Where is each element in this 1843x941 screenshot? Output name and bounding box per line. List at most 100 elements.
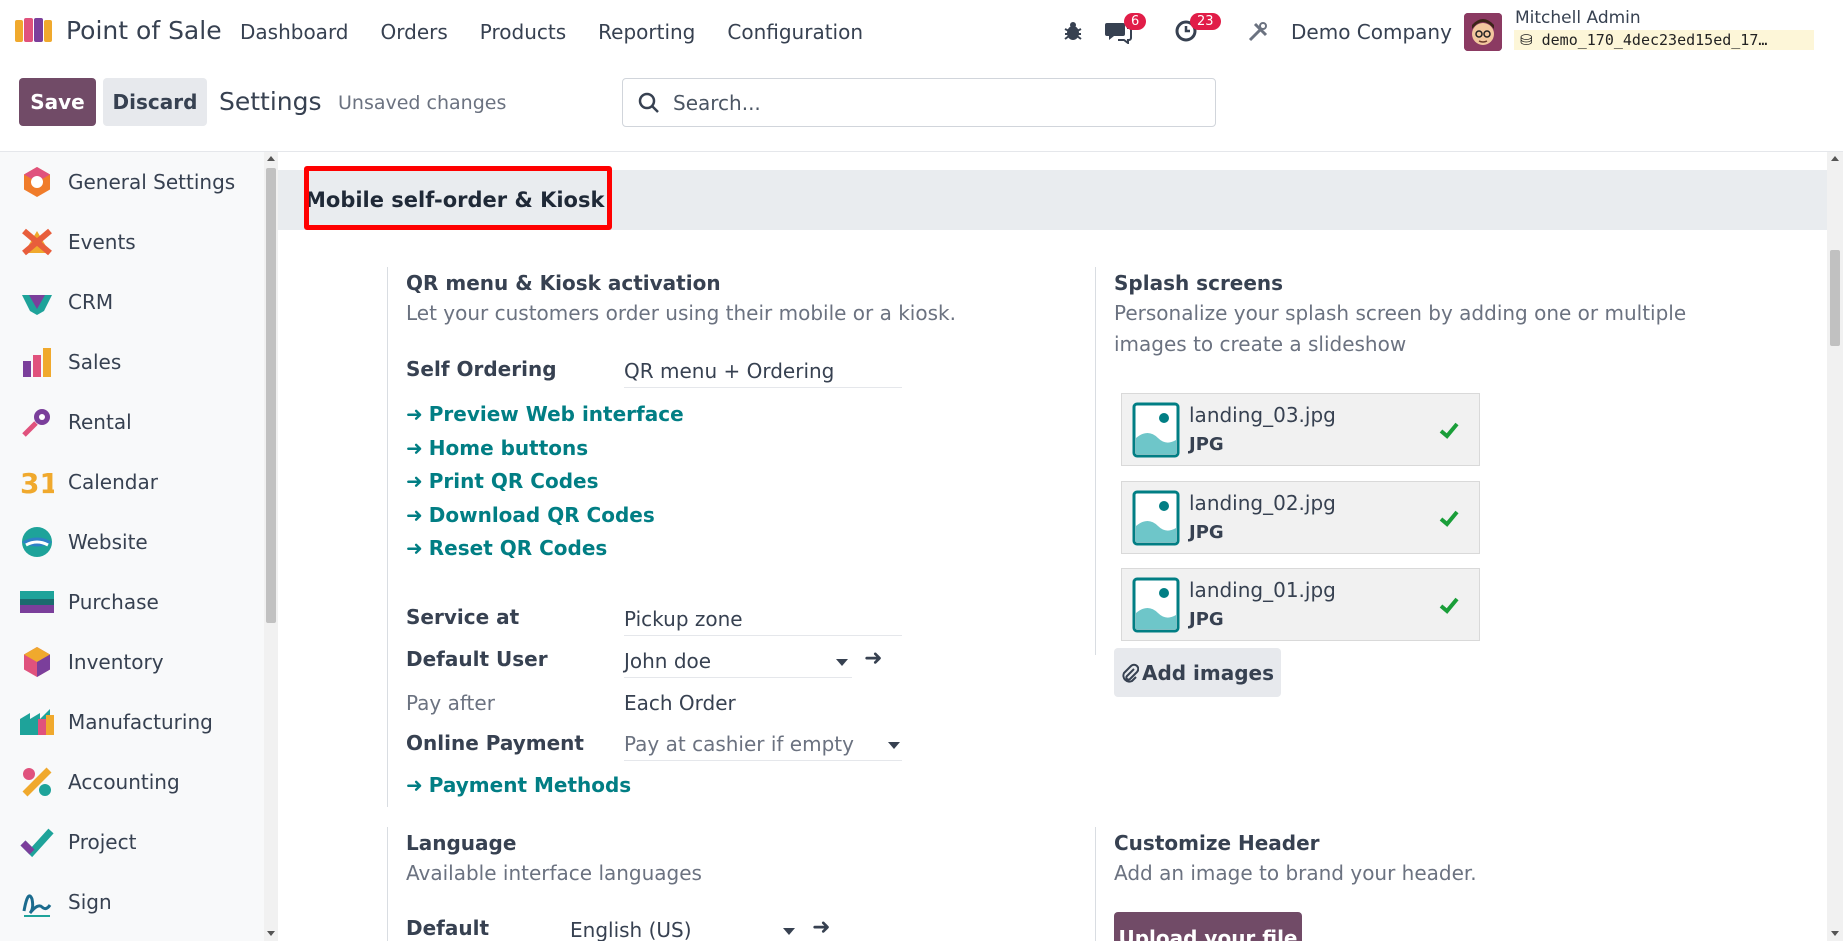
user-avatar[interactable] [1464, 13, 1502, 51]
attachment-name: landing_03.jpg [1189, 403, 1336, 427]
menu-products[interactable]: Products [480, 20, 566, 44]
splash-desc-line2: images to create a slideshow [1114, 332, 1407, 356]
search-input[interactable]: Search... [622, 78, 1216, 127]
website-icon [22, 527, 52, 557]
attachment-card[interactable]: landing_03.jpg JPG [1121, 393, 1480, 466]
sidebar-item-label: Manufacturing [68, 710, 213, 734]
check-icon [1439, 510, 1459, 527]
link-label: Reset QR Codes [428, 536, 608, 560]
chevron-down-icon[interactable] [836, 659, 848, 666]
qr-setting-title: QR menu & Kiosk activation [406, 271, 721, 295]
sidebar-scrollbar-thumb[interactable] [266, 168, 276, 623]
pay-after-label: Pay after [406, 691, 495, 715]
chevron-down-icon[interactable] [783, 928, 795, 935]
sidebar-item-label: Purchase [68, 590, 159, 614]
arrow-right-icon: ➜ [406, 773, 423, 797]
sidebar-item-accounting[interactable]: Accounting [0, 752, 264, 812]
company-switcher[interactable]: Demo Company [1291, 20, 1452, 44]
link-label: Preview Web interface [428, 402, 684, 426]
crm-icon [22, 295, 52, 315]
sidebar-item-project[interactable]: Project [0, 812, 264, 872]
arrow-right-icon: ➜ [406, 536, 423, 560]
tools-icon[interactable] [1247, 21, 1269, 43]
default-language-select[interactable]: English (US) [570, 918, 798, 941]
events-icon [22, 228, 52, 256]
add-images-button[interactable]: Add images [1114, 648, 1281, 697]
sidebar-item-crm[interactable]: CRM [0, 272, 264, 332]
attachment-name: landing_01.jpg [1189, 578, 1336, 602]
image-file-icon [1132, 577, 1180, 633]
content-scrollbar-thumb[interactable] [1830, 250, 1840, 346]
sidebar-item-general-settings[interactable]: General Settings [0, 152, 264, 212]
link-label: Print QR Codes [428, 469, 599, 493]
chevron-down-icon[interactable] [888, 742, 900, 749]
menu-orders[interactable]: Orders [381, 20, 448, 44]
svg-text:31: 31 [20, 467, 54, 499]
attachment-type: JPG [1189, 434, 1224, 455]
sidebar-item-sign[interactable]: Sign [0, 872, 264, 932]
link-label: Download QR Codes [428, 503, 655, 527]
attachment-card[interactable]: landing_01.jpg JPG [1121, 568, 1480, 641]
sidebar-item-website[interactable]: Website [0, 512, 264, 572]
sign-icon [22, 894, 52, 917]
sidebar-item-manufacturing[interactable]: Manufacturing [0, 692, 264, 752]
sidebar-item-label: Website [68, 530, 148, 554]
highlight-box [304, 166, 612, 230]
save-button[interactable]: Save [19, 78, 96, 126]
image-file-icon [1132, 402, 1180, 458]
language-setting-title: Language [406, 831, 517, 855]
sidebar-item-calendar[interactable]: 31 Calendar [0, 452, 264, 512]
splash-desc-line1: Personalize your splash screen by adding… [1114, 301, 1687, 325]
sidebar-scroll-down-arrow-icon[interactable] [267, 931, 275, 936]
add-images-label: Add images [1141, 660, 1275, 685]
general-settings-icon [24, 167, 50, 197]
debug-bug-icon[interactable] [1062, 20, 1084, 42]
download-qr-codes-link[interactable]: ➜ Download QR Codes [406, 503, 655, 527]
scroll-down-arrow-icon[interactable] [1831, 931, 1839, 936]
sidebar-item-label: CRM [68, 290, 114, 314]
header-setting-title: Customize Header [1114, 831, 1320, 855]
upload-file-button[interactable]: Upload your file [1114, 912, 1302, 941]
menu-dashboard[interactable]: Dashboard [240, 20, 349, 44]
discard-button[interactable]: Discard [103, 78, 207, 126]
database-label: demo_170_4dec23ed15ed_17… [1541, 31, 1768, 49]
self-ordering-select[interactable]: QR menu + Ordering [624, 359, 902, 388]
user-name[interactable]: Mitchell Admin [1515, 8, 1641, 28]
external-link-arrow-icon[interactable]: ➜ [864, 646, 882, 671]
sidebar-item-label: Accounting [68, 770, 180, 794]
sidebar-item-events[interactable]: Events [0, 212, 264, 272]
preview-web-interface-link[interactable]: ➜ Preview Web interface [406, 402, 684, 426]
scroll-up-arrow-icon[interactable] [1831, 156, 1839, 161]
reset-qr-codes-link[interactable]: ➜ Reset QR Codes [406, 536, 607, 560]
qr-setting-desc: Let your customers order using their mob… [406, 301, 956, 325]
activities-badge: 23 [1190, 13, 1221, 30]
sidebar-item-sales[interactable]: Sales [0, 332, 264, 392]
main-menu: Dashboard Orders Products Reporting Conf… [240, 20, 895, 44]
external-link-arrow-icon[interactable]: ➜ [812, 915, 830, 940]
attachment-type: JPG [1189, 522, 1224, 543]
online-payment-label: Online Payment [406, 731, 584, 755]
print-qr-codes-link[interactable]: ➜ Print QR Codes [406, 469, 598, 493]
home-buttons-link[interactable]: ➜ Home buttons [406, 436, 588, 460]
manufacturing-icon [20, 709, 54, 735]
sidebar-item-purchase[interactable]: Purchase [0, 572, 264, 632]
check-icon [1439, 597, 1459, 614]
payment-methods-link[interactable]: ➜ Payment Methods [406, 773, 631, 797]
online-payment-select[interactable]: Pay at cashier if empty [624, 732, 902, 761]
rental-icon [22, 409, 50, 437]
service-at-select[interactable]: Pickup zone [624, 607, 902, 636]
sidebar-item-inventory[interactable]: Inventory [0, 632, 264, 692]
sidebar-item-label: Sales [68, 350, 122, 374]
arrow-right-icon: ➜ [406, 503, 423, 527]
search-placeholder: Search... [673, 90, 761, 115]
sidebar-item-rental[interactable]: Rental [0, 392, 264, 452]
top-navbar: Point of Sale Dashboard Orders Products … [0, 0, 1843, 62]
default-user-select[interactable]: John doe [624, 649, 852, 678]
point-of-sale-logo-icon[interactable] [14, 16, 54, 44]
language-setting-desc: Available interface languages [406, 861, 702, 885]
menu-reporting[interactable]: Reporting [598, 20, 695, 44]
menu-configuration[interactable]: Configuration [727, 20, 863, 44]
app-title[interactable]: Point of Sale [66, 16, 222, 45]
sidebar-scroll-up-arrow-icon[interactable] [267, 156, 275, 161]
attachment-card[interactable]: landing_02.jpg JPG [1121, 481, 1480, 554]
